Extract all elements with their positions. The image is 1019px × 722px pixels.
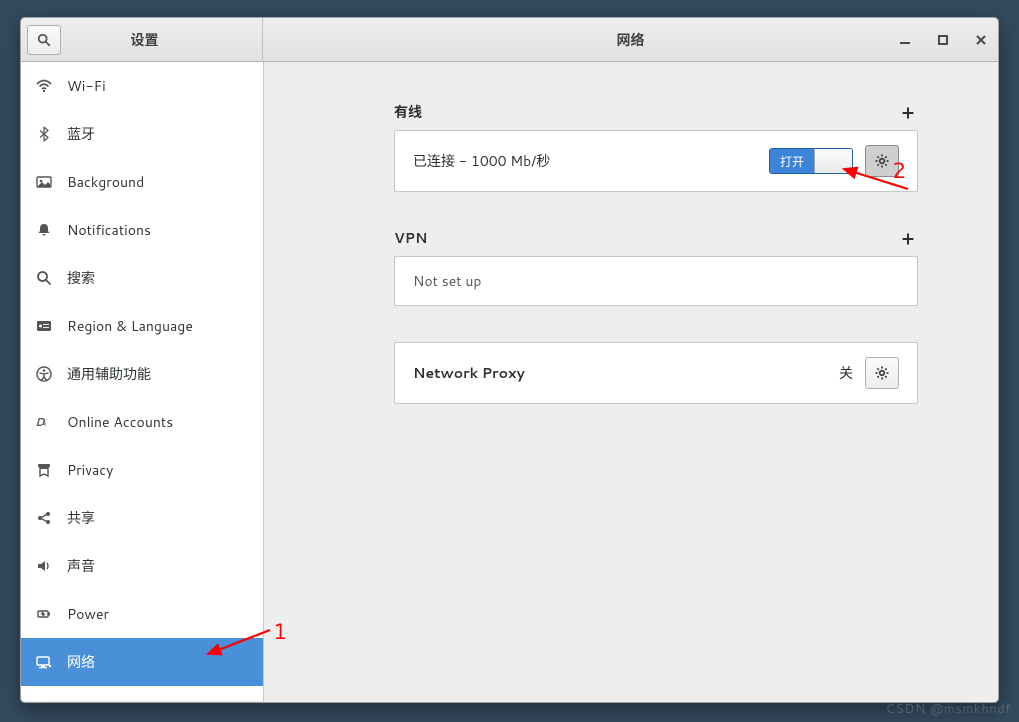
vpn-row: Not set up: [395, 257, 917, 305]
close-button[interactable]: [970, 29, 992, 51]
online-accounts-icon: D$: [35, 413, 53, 431]
sidebar-item-label: Power: [67, 604, 109, 624]
proxy-settings-button[interactable]: [865, 357, 899, 389]
maximize-icon: [938, 35, 948, 45]
wifi-icon: [35, 77, 53, 95]
minimize-button[interactable]: [894, 29, 916, 51]
plus-icon: +: [902, 99, 914, 125]
background-icon: [35, 173, 53, 191]
wired-card: 已连接 - 1000 Mb/秒 打开: [394, 130, 918, 192]
power-icon: [35, 605, 53, 623]
search-button[interactable]: [27, 25, 61, 55]
vpn-status-text: Not set up: [413, 271, 899, 291]
sidebar-item-label: 网络: [67, 652, 95, 672]
sidebar-item-label: Background: [67, 172, 144, 192]
svg-text:$: $: [42, 417, 47, 429]
sidebar-item-privacy[interactable]: Privacy: [21, 446, 263, 494]
plus-icon: +: [902, 225, 914, 251]
privacy-icon: [35, 461, 53, 479]
vpn-card: Not set up: [394, 256, 918, 306]
sidebar-title: 设置: [67, 30, 262, 50]
sidebar-item-label: 搜索: [67, 268, 95, 288]
sidebar-item-label: 共享: [67, 508, 95, 528]
vpn-heading: VPN: [394, 228, 427, 248]
settings-window: 设置 网络 Wi-Fi: [20, 17, 999, 703]
titlebar-left: 设置: [21, 18, 263, 61]
sidebar-item-background[interactable]: Background: [21, 158, 263, 206]
wired-status-text: 已连接 - 1000 Mb/秒: [413, 151, 757, 171]
sidebar-item-label: Privacy: [67, 460, 113, 480]
proxy-card: Network Proxy 关: [394, 342, 918, 404]
proxy-row: Network Proxy 关: [395, 343, 917, 403]
region-icon: [35, 317, 53, 335]
sidebar-item-online-accounts[interactable]: D$ Online Accounts: [21, 398, 263, 446]
window-controls: [894, 18, 992, 61]
wired-section-header: 有线 +: [394, 102, 918, 122]
gear-icon: [874, 153, 890, 169]
search-icon: [35, 269, 53, 287]
share-icon: [35, 509, 53, 527]
search-icon: [37, 33, 51, 47]
accessibility-icon: [35, 365, 53, 383]
titlebar: 设置 网络: [21, 18, 998, 62]
sidebar-item-search[interactable]: 搜索: [21, 254, 263, 302]
main-panel: 有线 + 已连接 - 1000 Mb/秒 打开: [264, 62, 998, 702]
close-icon: [976, 35, 986, 45]
titlebar-right: 网络: [263, 18, 998, 61]
sidebar-item-label: 声音: [67, 556, 95, 576]
wired-settings-button[interactable]: [865, 145, 899, 177]
sidebar-item-label: 通用辅助功能: [67, 364, 151, 384]
wired-connection-row: 已连接 - 1000 Mb/秒 打开: [395, 131, 917, 191]
speaker-icon: [35, 557, 53, 575]
sidebar-item-accessibility[interactable]: 通用辅助功能: [21, 350, 263, 398]
bell-icon: [35, 221, 53, 239]
add-wired-button[interactable]: +: [898, 102, 918, 122]
switch-on-label: 打开: [770, 149, 814, 173]
page-title: 网络: [617, 30, 645, 50]
sidebar-item-label: 蓝牙: [67, 124, 95, 144]
sidebar-item-sound[interactable]: 声音: [21, 542, 263, 590]
network-icon: [35, 653, 53, 671]
sidebar-item-region[interactable]: Region & Language: [21, 302, 263, 350]
maximize-button[interactable]: [932, 29, 954, 51]
add-vpn-button[interactable]: +: [898, 228, 918, 248]
vpn-section-header: VPN +: [394, 228, 918, 248]
switch-knob: [814, 149, 852, 173]
proxy-label: Network Proxy: [413, 363, 827, 383]
sidebar-item-wifi[interactable]: Wi-Fi: [21, 62, 263, 110]
sidebar-item-label: Region & Language: [67, 316, 193, 336]
sidebar-item-label: Notifications: [67, 220, 151, 240]
content: Wi-Fi 蓝牙 Background Notifications 搜索 Reg: [21, 62, 998, 702]
sidebar-item-sharing[interactable]: 共享: [21, 494, 263, 542]
sidebar-item-label: Online Accounts: [67, 412, 173, 432]
sidebar-item-bluetooth[interactable]: 蓝牙: [21, 110, 263, 158]
sidebar-item-notifications[interactable]: Notifications: [21, 206, 263, 254]
sidebar-item-power[interactable]: Power: [21, 590, 263, 638]
sidebar: Wi-Fi 蓝牙 Background Notifications 搜索 Reg: [21, 62, 264, 702]
bluetooth-icon: [35, 125, 53, 143]
sidebar-item-network[interactable]: 网络: [21, 638, 263, 686]
minimize-icon: [900, 35, 910, 45]
wired-heading: 有线: [394, 102, 422, 122]
sidebar-item-label: Wi-Fi: [67, 76, 106, 96]
wired-switch[interactable]: 打开: [769, 148, 853, 174]
proxy-state: 关: [839, 363, 853, 383]
gear-icon: [874, 365, 890, 381]
